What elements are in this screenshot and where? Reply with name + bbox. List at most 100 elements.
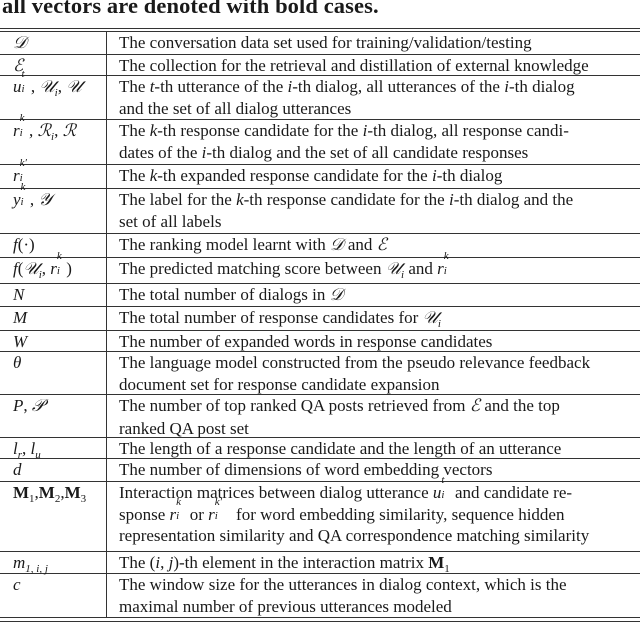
notation-symbol: M1,M2,M3 bbox=[0, 482, 107, 551]
text-fragment: The ( bbox=[119, 553, 156, 572]
notation-description: The t-th utterance of the i-th dialog, a… bbox=[107, 76, 640, 119]
description-line: The number of expanded words in response… bbox=[119, 331, 640, 353]
description-line: Interaction matrices between dialog utte… bbox=[119, 474, 640, 504]
text-fragment: The language model constructed from the … bbox=[119, 353, 591, 372]
description-line: The total number of dialogs in 𝒟 bbox=[119, 284, 640, 307]
text-fragment: representation similarity and QA corresp… bbox=[119, 526, 590, 545]
description-line: sponse rxki or rxk′i for word embedding … bbox=[119, 495, 640, 526]
notation-symbol: ℰ bbox=[0, 55, 107, 76]
table-row: θ The language model constructed from the… bbox=[0, 352, 640, 395]
math-symbol: 𝒰 bbox=[66, 77, 82, 97]
notation-symbol: yxki, 𝒴 bbox=[0, 181, 107, 233]
math-symbol: M3 bbox=[64, 483, 87, 505]
text-fragment: set of all labels bbox=[119, 211, 222, 231]
text-fragment: )-th element in the interaction matrix bbox=[173, 553, 429, 572]
math-symbol: m1, i, j bbox=[13, 553, 48, 575]
math-symbol: rxki bbox=[13, 112, 25, 140]
description-line: The t-th utterance of the i-th dialog, a… bbox=[119, 76, 640, 98]
text-fragment: -th dialog and the set of all candidate … bbox=[206, 142, 529, 162]
math-symbol: 𝒟 bbox=[330, 235, 344, 255]
table-row: ℰ The collection for the retrieval and di… bbox=[0, 55, 640, 76]
table-row: 𝒟 The conversation data set used for trai… bbox=[0, 32, 640, 55]
description-line: set of all labels bbox=[119, 211, 640, 233]
notation-symbol: f(𝒰i, rxki) bbox=[0, 250, 107, 283]
text-fragment: -th response candidate for the bbox=[243, 190, 449, 209]
table-bottom-rule bbox=[0, 621, 640, 622]
text-fragment: The bbox=[119, 121, 150, 140]
notation-symbol: W bbox=[0, 331, 107, 351]
description-line: The predicted matching score between 𝒰i … bbox=[119, 250, 640, 281]
table-row: rxki, ℛi, ℛ The k-th response candidate f… bbox=[0, 112, 640, 165]
description-line: The k-th response candidate for the i-th… bbox=[119, 120, 640, 142]
text-fragment: The bbox=[119, 77, 150, 96]
text-fragment: , bbox=[22, 439, 31, 458]
math-symbol: uxti bbox=[432, 474, 445, 502]
text-fragment: -th dialog bbox=[436, 166, 503, 185]
description-line: and the set of all dialog utterances bbox=[119, 98, 640, 120]
table-row: d The number of dimensions of word embedd… bbox=[0, 459, 640, 482]
text-fragment: for word embedding similarity, sequence … bbox=[231, 504, 565, 524]
table-row: N The total number of dialogs in 𝒟 bbox=[0, 284, 640, 307]
text-fragment: ) bbox=[66, 259, 72, 278]
description-line: The collection for the retrieval and dis… bbox=[119, 55, 640, 77]
notation-description: Interaction matrices between dialog utte… bbox=[107, 474, 640, 551]
notation-symbol: lr, lu bbox=[0, 438, 107, 461]
text-fragment: document set for response candidate expa… bbox=[119, 374, 440, 394]
math-symbol: ℛi bbox=[37, 121, 55, 143]
text-fragment: and candidate re- bbox=[450, 483, 573, 502]
text-fragment: or bbox=[185, 504, 209, 524]
table-row: f(·) The ranking model learnt with 𝒟 and … bbox=[0, 234, 640, 258]
text-fragment: , bbox=[160, 553, 169, 572]
notation-description: The number of dimensions of word embeddi… bbox=[107, 459, 640, 481]
text-fragment: , bbox=[23, 396, 32, 415]
text-fragment: , bbox=[41, 259, 51, 278]
text-fragment: ranked QA post set bbox=[119, 418, 249, 438]
notation-symbol: P, 𝒫 bbox=[0, 395, 107, 437]
math-symbol: rxki bbox=[437, 250, 449, 278]
math-symbol: 𝒟 bbox=[13, 33, 27, 53]
math-symbol: 𝒰i bbox=[385, 259, 405, 281]
text-fragment: -th dialog, all utterances of the bbox=[292, 77, 505, 96]
math-symbol: lr bbox=[13, 439, 23, 461]
table-row: lr, lu The length of a response candidate… bbox=[0, 438, 640, 461]
notation-symbol: uxti, 𝒰i, 𝒰 bbox=[0, 68, 107, 119]
notation-description: The number of top ranked QA posts retrie… bbox=[107, 395, 640, 438]
text-fragment: and bbox=[404, 259, 438, 278]
text-fragment: The ranking model learnt with bbox=[119, 235, 331, 254]
math-symbol: ℰ bbox=[376, 235, 387, 255]
text-fragment: -th expanded response candidate for the bbox=[157, 166, 432, 185]
description-line: The language model constructed from the … bbox=[119, 352, 640, 374]
notation-description: The collection for the retrieval and dis… bbox=[107, 55, 640, 75]
text-fragment: maximal number of previous utterances mo… bbox=[119, 596, 452, 616]
math-symbol: θ bbox=[13, 353, 22, 372]
math-symbol: ℰ bbox=[469, 396, 481, 416]
notation-description: The length of a response candidate and t… bbox=[107, 438, 640, 458]
text-fragment: Interaction matrices between dialog utte… bbox=[119, 483, 433, 502]
description-line: The (i, j)-th element in the interaction… bbox=[119, 552, 640, 574]
table-caption: all vectors are denoted with bold cases. bbox=[2, 0, 379, 18]
notation-description: The predicted matching score between 𝒰i … bbox=[107, 250, 640, 283]
text-fragment: (·) bbox=[17, 235, 35, 254]
math-symbol: 𝒟 bbox=[329, 285, 344, 305]
notation-symbol: M bbox=[0, 307, 107, 330]
text-fragment: The number of dimensions of word embeddi… bbox=[119, 460, 493, 479]
table-row: P, 𝒫 The number of top ranked QA posts re… bbox=[0, 395, 640, 438]
text-fragment: dates of the bbox=[119, 142, 202, 162]
math-symbol: d bbox=[13, 460, 22, 479]
text-fragment: , bbox=[54, 121, 63, 140]
text-fragment: sponse bbox=[119, 504, 170, 524]
description-line: maximal number of previous utterances mo… bbox=[119, 596, 640, 618]
notation-description: The (i, j)-th element in the interaction… bbox=[107, 552, 640, 574]
text-fragment: and the top bbox=[480, 396, 560, 415]
math-symbol: 𝒰i bbox=[23, 259, 42, 281]
text-fragment: The conversation data set used for train… bbox=[119, 33, 532, 52]
text-fragment: The label for the bbox=[119, 190, 237, 209]
math-symbol: rxki bbox=[169, 495, 182, 524]
description-line: representation similarity and QA corresp… bbox=[119, 525, 640, 547]
notation-symbol: 𝒟 bbox=[0, 32, 107, 54]
text-fragment: The number of top ranked QA posts retrie… bbox=[119, 396, 470, 415]
text-fragment: -th utterance of the bbox=[154, 77, 288, 96]
text-fragment: and the set of all dialog utterances bbox=[119, 98, 352, 118]
description-line: The number of top ranked QA posts retrie… bbox=[119, 395, 640, 418]
text-fragment: -th dialog, all response candi- bbox=[367, 121, 569, 140]
